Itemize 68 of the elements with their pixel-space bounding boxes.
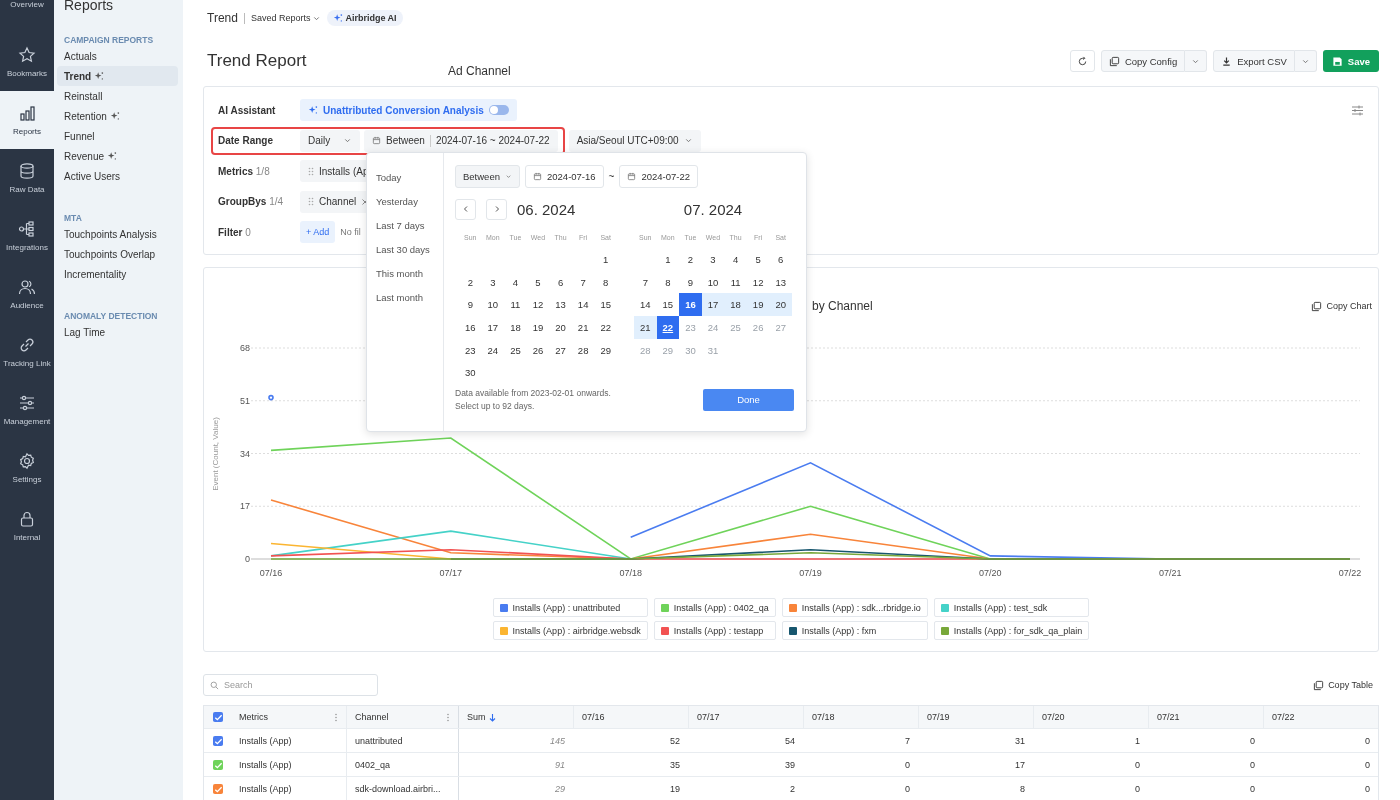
field-label: Filter 0	[218, 226, 252, 238]
page-title: Trend Report	[206, 51, 307, 71]
table-cell-text: 0	[1134, 782, 1141, 796]
table-cell-text: 52	[669, 734, 681, 748]
chart-title: by Channel	[812, 299, 873, 313]
axis-tick-label: 07/21	[1158, 568, 1182, 578]
axis-title: Event (Count, Value)	[211, 417, 220, 491]
axis-tick-label: 07/17	[439, 568, 463, 578]
month-title: 07. 2024	[683, 200, 743, 218]
legend-label: Installs (App) : 0402_qa	[673, 602, 769, 613]
axis-tick-label: 0	[245, 554, 250, 564]
table-cell-text: 2	[789, 782, 796, 796]
sidebar-title: Reports	[64, 0, 115, 14]
table-cell-text: 0	[904, 782, 911, 796]
table-cell-text: 31	[1014, 734, 1026, 748]
field-label: GroupBys 1/4	[218, 196, 285, 208]
table-cell-text: 54	[784, 734, 796, 748]
section-heading: ANOMALY DETECTION	[63, 310, 159, 322]
table-cell-text: 0	[1364, 782, 1371, 796]
axis-tick-label: 07/18	[619, 568, 642, 578]
axis-tick-label: 17	[240, 501, 250, 512]
axis-tick-label: 07/22	[1338, 568, 1362, 578]
table-cell-text: 39	[784, 758, 796, 772]
table-cell: unattributed	[346, 729, 458, 752]
table-cell-text: Installs (App)	[238, 758, 293, 772]
table-cell-text: 7	[904, 734, 911, 748]
table-cell-text: 0	[1134, 758, 1141, 772]
table-cell: sdk-download.airbri...	[346, 777, 458, 800]
section-heading: CAMPAIGN REPORTS	[63, 34, 155, 46]
field-label: AI Assistant	[218, 104, 277, 116]
table-cell-text: 17	[1014, 758, 1026, 772]
legend-label: Installs (App) : unattributed	[512, 602, 621, 613]
table-cell-text: 0	[904, 758, 911, 772]
field-label: Date Range	[218, 135, 274, 147]
axis-tick-label: 51	[240, 395, 250, 406]
legend-label: Installs (App) : testapp	[673, 625, 764, 636]
legend-label: Installs (App) : test_sdk	[953, 602, 1048, 613]
axis-tick-label: 07/20	[979, 568, 1002, 578]
month-title: 06. 2024	[517, 200, 576, 218]
table-cell: 145	[458, 729, 573, 752]
table-cell-text: 0	[1249, 734, 1256, 748]
table-cell: 91	[458, 753, 573, 776]
axis-tick-label: 68	[240, 343, 250, 353]
table-cell-text: Installs (App)	[238, 782, 293, 796]
axis-tick-label: 07/16	[259, 568, 283, 578]
legend-label: Installs (App) : airbridge.websdk	[512, 625, 641, 636]
table-cell: 29	[458, 777, 573, 800]
table-cell-text: 0	[1364, 758, 1371, 772]
axis-tick-label: 07/19	[799, 568, 822, 578]
placeholder-text: No fil	[340, 227, 361, 238]
axis-tick-label: 34	[240, 448, 250, 459]
section-heading: MTA	[63, 212, 83, 224]
table-cell-text: 0	[1249, 782, 1256, 796]
table-cell-text: 0	[1364, 734, 1371, 748]
table-cell: 0402_qa	[346, 753, 458, 776]
table-cell-text: 1	[1134, 734, 1141, 748]
legend-label: Installs (App) : for_sdk_qa_plain	[953, 625, 1083, 636]
hint-text: Data available from 2023-02-01 onwards.	[455, 388, 611, 399]
table-cell-text: 0	[1249, 758, 1256, 772]
hint-text: Select up to 92 days.	[455, 401, 536, 412]
table-cell-text: Installs (App)	[238, 734, 293, 748]
table-cell-text: 19	[669, 782, 681, 796]
table-cell-text: 35	[669, 758, 681, 772]
field-label: Metrics 1/8	[218, 165, 271, 177]
range-separator: ~	[608, 171, 615, 182]
table-cell-text: 8	[1019, 782, 1026, 796]
legend-label: Installs (App) : sdk...rbridge.io	[801, 602, 921, 613]
legend-label: Installs (App) : fxm	[801, 625, 877, 636]
